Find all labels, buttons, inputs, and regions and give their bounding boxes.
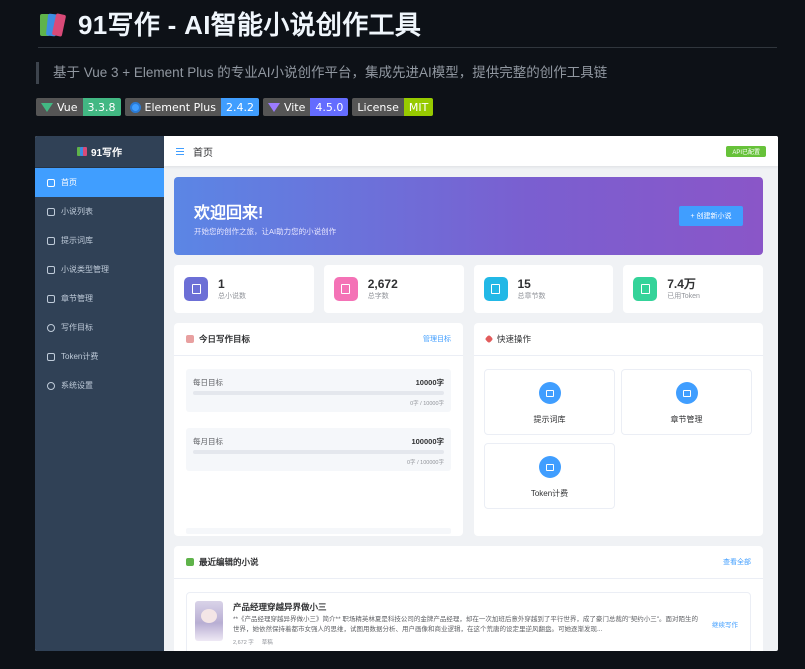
wallet-icon <box>538 456 561 478</box>
wallet-icon <box>633 277 658 301</box>
quick-action-token[interactable]: Token计费 <box>484 443 615 509</box>
sidebar-item-goals[interactable]: 写作目标 <box>35 313 164 342</box>
sidebar-item-prompts[interactable]: 提示词库 <box>35 226 164 255</box>
daily-goal-progress <box>193 391 444 395</box>
element-plus-icon <box>129 101 141 113</box>
welcome-subtitle: 开始您的创作之旅，让AI助力您的小说创作 <box>194 227 337 236</box>
chat-icon <box>538 382 561 404</box>
writing-goals-panel: 今日写作目标 管理目标 每日目标 10000字 0字 / 10000字 每月目标… <box>174 323 463 536</box>
sidebar-menu: 首页 小说列表 提示词库 小说类型管理 章节管理 写作目标 Token计费 系统… <box>35 168 164 400</box>
monthly-goal: 每月目标 100000字 0字 / 100000字 <box>186 428 451 471</box>
stats-row: 1 总小说数 2,672 总字数 15 总章节数 7.4万 已用Token <box>174 265 763 313</box>
quick-action-prompts[interactable]: 提示词库 <box>484 369 615 435</box>
document-icon <box>184 277 208 301</box>
novel-list-item[interactable]: 产品经理穿越异界做小三 **《产品经理穿越异界做小三》简介** 职场精英林夏是科… <box>186 592 751 651</box>
vite-icon <box>267 102 280 112</box>
monthly-goal-progress <box>193 450 444 454</box>
page-title: 91写作 - AI智能小说创作工具 <box>78 9 422 40</box>
breadcrumb[interactable]: 首页 <box>193 144 213 159</box>
books-icon <box>186 558 194 566</box>
app-screenshot: 91写作 首页 小说列表 提示词库 小说类型管理 章节管理 写作目标 Token… <box>35 136 778 651</box>
element-plus-badge[interactable]: Element Plus 2.4.2 <box>124 98 259 116</box>
sidebar-item-settings[interactable]: 系统设置 <box>35 371 164 400</box>
notebook-icon <box>675 382 698 404</box>
books-icon <box>38 10 68 37</box>
panel-header: 快速操作 <box>474 323 763 356</box>
chat-icon <box>47 236 55 245</box>
sidebar-item-token[interactable]: Token计费 <box>35 342 164 371</box>
rocket-icon <box>484 334 494 344</box>
target-icon <box>47 323 55 332</box>
vite-badge[interactable]: Vite 4.5.0 <box>262 98 349 116</box>
novel-meta: 2,672 字 草稿 <box>233 640 273 646</box>
continue-writing-link[interactable]: 继续写作 <box>712 619 738 629</box>
recent-novels-panel: 最近编辑的小说 查看全部 产品经理穿越异界做小三 **《产品经理穿越异界做小三》… <box>174 546 763 651</box>
quick-actions-panel: 快速操作 提示词库 章节管理 Token计费 <box>474 323 763 536</box>
notebook-icon <box>47 294 55 303</box>
home-icon <box>47 178 55 187</box>
main-content: 欢迎回来! 开始您的创作之旅，让AI助力您的小说创作 + 创建新小说 1 总小说数… <box>164 166 778 651</box>
welcome-title: 欢迎回来! <box>194 205 264 222</box>
novel-cover <box>195 601 223 641</box>
novel-title[interactable]: 产品经理穿越异界做小三 <box>233 601 327 613</box>
novel-description: **《产品经理穿越异界做小三》简介** 职场精英林夏是科技公司的金牌产品经理，却… <box>233 616 699 633</box>
memo-icon <box>186 335 194 343</box>
welcome-banner: 欢迎回来! 开始您的创作之旅，让AI助力您的小说创作 + 创建新小说 <box>174 177 763 255</box>
manage-goals-link[interactable]: 管理目标 <box>423 334 451 344</box>
license-badge[interactable]: License MIT <box>352 98 434 116</box>
panel-header: 最近编辑的小说 查看全部 <box>174 546 763 579</box>
notebook-icon <box>483 277 508 301</box>
vue-icon <box>41 102 53 112</box>
sidebar: 91写作 首页 小说列表 提示词库 小说类型管理 章节管理 写作目标 Token… <box>35 136 164 651</box>
project-description: 基于 Vue 3 + Element Plus 的专业AI小说创作平台，集成先进… <box>36 62 607 84</box>
panel-header: 今日写作目标 管理目标 <box>174 323 463 356</box>
wallet-icon <box>47 352 55 361</box>
title-divider <box>38 47 777 48</box>
sidebar-item-novels[interactable]: 小说列表 <box>35 197 164 226</box>
document-icon <box>47 207 55 216</box>
stat-card-chapters: 15 总章节数 <box>473 265 614 313</box>
badge-row: Vue 3.3.8 Element Plus 2.4.2 Vite 4.5.0 … <box>36 98 434 116</box>
api-status-badge: API已配置 <box>726 146 766 157</box>
readme-title: 91写作 - AI智能小说创作工具 <box>38 6 421 40</box>
create-novel-button[interactable]: + 创建新小说 <box>679 206 743 226</box>
folder-icon <box>47 265 55 274</box>
sidebar-item-home[interactable]: 首页 <box>35 168 164 197</box>
daily-goal: 每日目标 10000字 0字 / 10000字 <box>186 369 451 412</box>
gear-icon <box>47 381 55 390</box>
pen-icon <box>333 277 358 301</box>
vue-badge[interactable]: Vue 3.3.8 <box>36 98 121 116</box>
sidebar-logo[interactable]: 91写作 <box>35 136 164 168</box>
stat-card-words: 2,672 总字数 <box>323 265 464 313</box>
view-all-link[interactable]: 查看全部 <box>723 557 751 567</box>
topbar: 首页 API已配置 <box>164 136 778 166</box>
goal-footer-strip <box>186 528 451 534</box>
stat-card-token: 7.4万 已用Token <box>623 265 763 313</box>
books-icon <box>76 147 87 156</box>
quick-action-chapters[interactable]: 章节管理 <box>621 369 752 435</box>
sidebar-item-chapters[interactable]: 章节管理 <box>35 284 164 313</box>
stat-card-novels: 1 总小说数 <box>174 265 314 313</box>
sidebar-item-genres[interactable]: 小说类型管理 <box>35 255 164 284</box>
menu-toggle-icon[interactable] <box>176 147 184 155</box>
